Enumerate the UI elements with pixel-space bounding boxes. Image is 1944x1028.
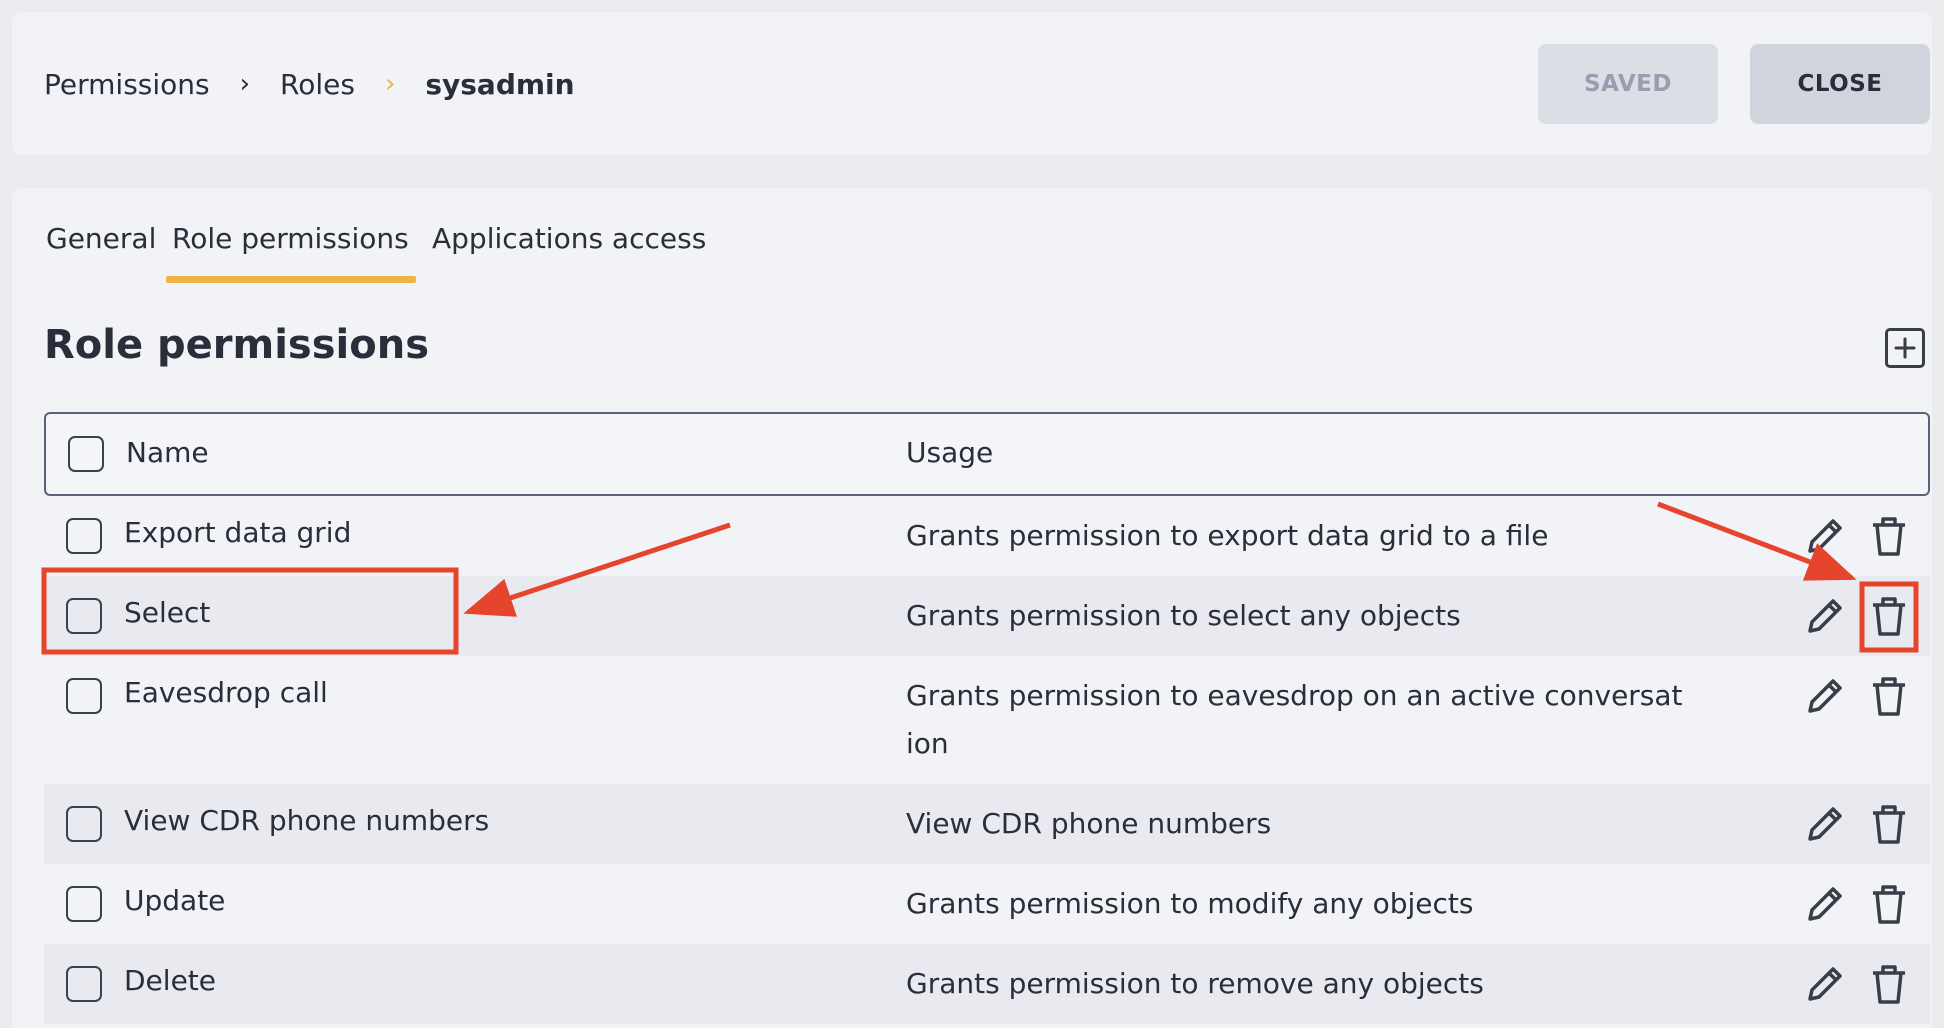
delete-button[interactable] [1866, 513, 1912, 559]
permission-name: Select [124, 596, 211, 629]
delete-button[interactable] [1866, 801, 1912, 847]
select-all-checkbox[interactable] [68, 436, 104, 472]
permission-name: View CDR phone numbers [124, 804, 490, 837]
row-checkbox[interactable] [66, 886, 102, 922]
breadcrumb-separator: › [239, 69, 251, 99]
row-checkbox[interactable] [66, 966, 102, 1002]
trash-icon [1873, 965, 1905, 1004]
delete-button[interactable] [1866, 593, 1912, 639]
permission-usage: Grants permission to modify any objects [906, 887, 1474, 920]
pencil-icon [1808, 519, 1842, 553]
trash-icon [1873, 677, 1905, 716]
table-row[interactable]: Select Grants permission to select any o… [44, 576, 1930, 656]
add-permission-button[interactable] [1885, 328, 1925, 368]
table-row[interactable]: View CDR phone numbers View CDR phone nu… [44, 784, 1930, 864]
permission-name: Delete [124, 964, 216, 997]
pencil-icon [1808, 967, 1842, 1001]
breadcrumb-roles[interactable]: Roles [280, 68, 355, 101]
row-checkbox[interactable] [66, 598, 102, 634]
permission-usage: Grants permission to eavesdrop on an act… [906, 679, 1683, 712]
pencil-icon [1808, 807, 1842, 841]
pencil-icon [1808, 887, 1842, 921]
table-row[interactable]: Update Grants permission to modify any o… [44, 864, 1930, 944]
trash-icon [1873, 597, 1905, 636]
delete-button[interactable] [1866, 961, 1912, 1007]
permission-usage: View CDR phone numbers [906, 807, 1272, 840]
column-header-name[interactable]: Name [126, 436, 209, 469]
close-button[interactable]: CLOSE [1750, 44, 1930, 124]
column-header-usage[interactable]: Usage [906, 436, 993, 469]
permission-usage-continued: ion [906, 727, 949, 760]
row-checkbox[interactable] [66, 518, 102, 554]
permission-usage: Grants permission to export data grid to… [906, 519, 1549, 552]
permission-usage: Grants permission to select any objects [906, 599, 1461, 632]
trash-icon [1873, 517, 1905, 556]
pencil-icon [1808, 679, 1842, 713]
tab-general[interactable]: General [46, 222, 156, 255]
active-tab-indicator [166, 276, 416, 283]
plus-icon [1894, 337, 1916, 359]
edit-button[interactable] [1802, 513, 1848, 559]
tab-applications-access[interactable]: Applications access [432, 222, 706, 255]
delete-button[interactable] [1866, 673, 1912, 719]
edit-button[interactable] [1802, 961, 1848, 1007]
section-title: Role permissions [44, 322, 430, 368]
table-header: Name Usage [44, 412, 1930, 496]
permission-usage: Grants permission to remove any objects [906, 967, 1484, 1000]
tab-role-permissions[interactable]: Role permissions [172, 222, 409, 255]
row-checkbox[interactable] [66, 678, 102, 714]
breadcrumb: Permissions › Roles › sysadmin [44, 62, 575, 106]
table-row[interactable]: Delete Grants permission to remove any o… [44, 944, 1930, 1024]
trash-icon [1873, 885, 1905, 924]
permission-name: Update [124, 884, 226, 917]
trash-icon [1873, 805, 1905, 844]
edit-button[interactable] [1802, 673, 1848, 719]
breadcrumb-current: sysadmin [425, 67, 575, 101]
saved-button[interactable]: SAVED [1538, 44, 1718, 124]
row-checkbox[interactable] [66, 806, 102, 842]
permission-name: Export data grid [124, 516, 352, 549]
edit-button[interactable] [1802, 801, 1848, 847]
table-row[interactable]: Eavesdrop call Grants permission to eave… [44, 656, 1930, 784]
permission-name: Eavesdrop call [124, 676, 328, 709]
table-row[interactable]: Export data grid Grants permission to ex… [44, 496, 1930, 576]
delete-button[interactable] [1866, 881, 1912, 927]
edit-button[interactable] [1802, 881, 1848, 927]
breadcrumb-permissions[interactable]: Permissions [44, 68, 210, 101]
edit-button[interactable] [1802, 593, 1848, 639]
breadcrumb-separator: › [384, 69, 396, 99]
pencil-icon [1808, 599, 1842, 633]
